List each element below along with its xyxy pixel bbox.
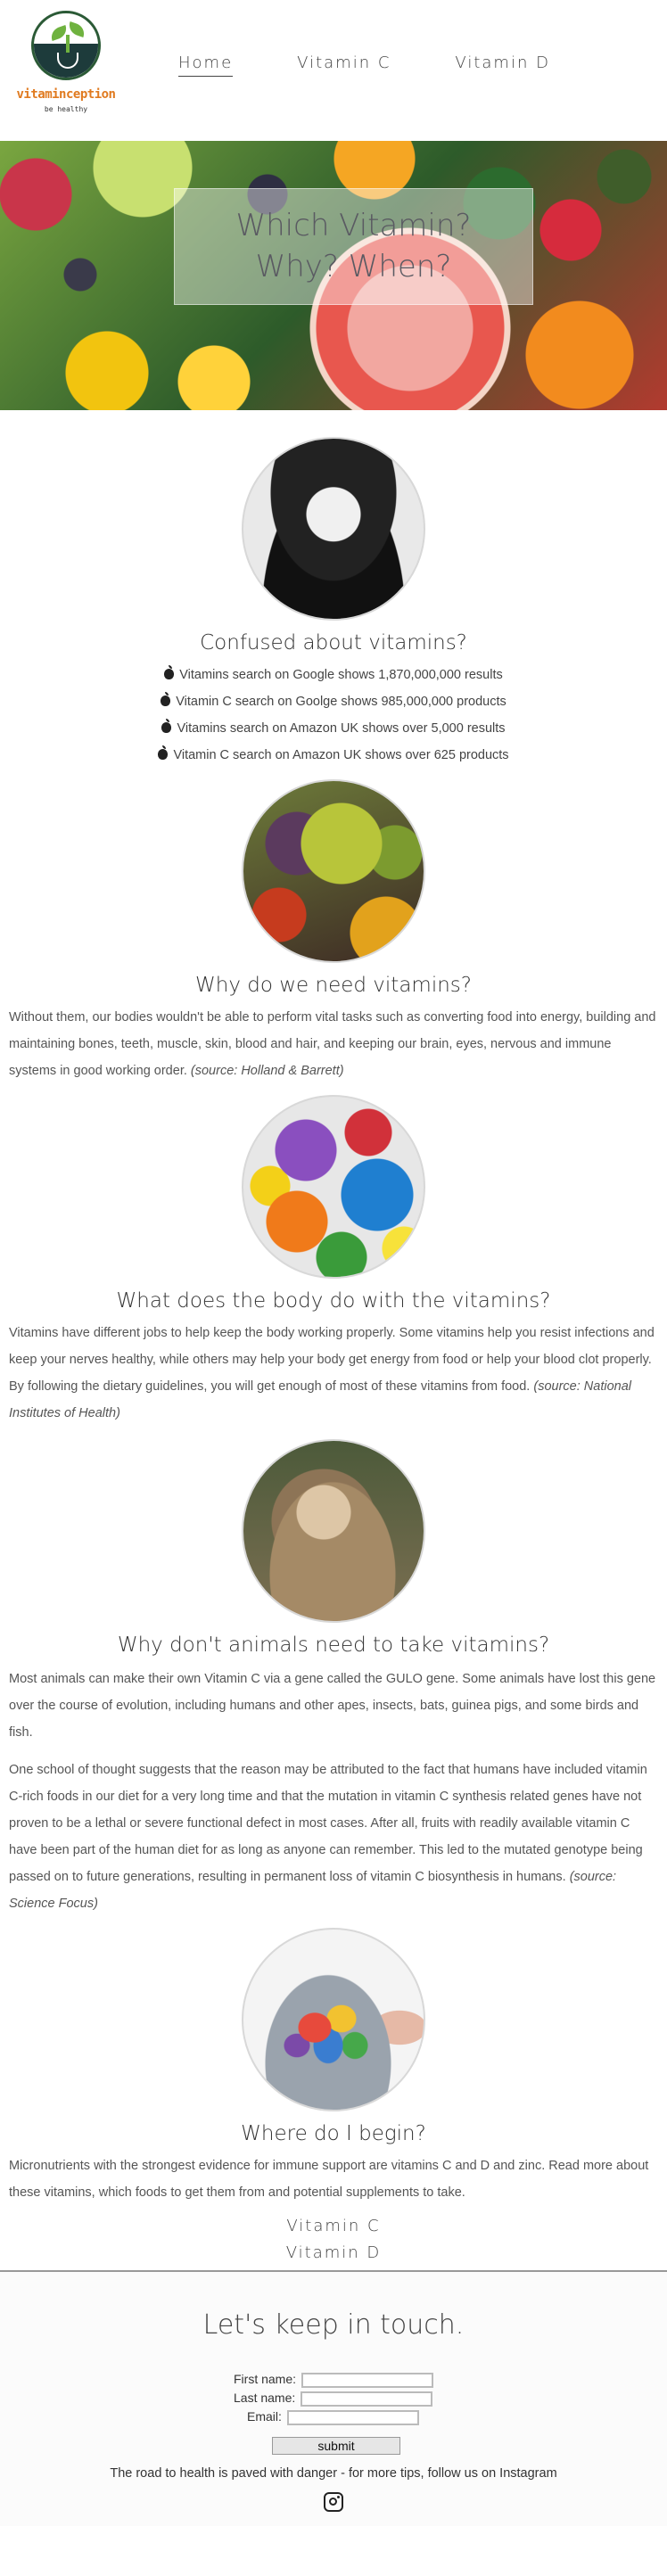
section-body: What does the body do with the vitamins?…	[0, 1084, 667, 1427]
link-vitamin-c[interactable]: Vitamin C	[0, 2213, 667, 2240]
hero-title-line-1: Which Vitamin?	[235, 208, 472, 243]
colorful-gears-image	[242, 1095, 425, 1279]
section-why: Why do we need vitamins? Without them, o…	[0, 769, 667, 1084]
list-item: Vitamins search on Amazon UK shows over …	[0, 715, 667, 742]
logo-tagline: be healthy	[44, 105, 88, 113]
hero-title-line-2: Why? When?	[255, 249, 452, 284]
last-name-row: Last name:	[234, 2391, 433, 2407]
nav-link-vitamin-d[interactable]: Vitamin D	[455, 53, 550, 77]
link-vitamin-d[interactable]: Vitamin D	[0, 2240, 667, 2267]
section-animals: Why don't animals need to take vitamins?…	[0, 1427, 667, 1917]
search-stats-list: Vitamins search on Google shows 1,870,00…	[0, 662, 667, 769]
apple-icon	[164, 665, 175, 679]
nav-link-vitamin-c[interactable]: Vitamin C	[297, 53, 391, 77]
vitamin-links: Vitamin C Vitamin D	[0, 2213, 667, 2270]
section-text-begin: Micronutrients with the strongest eviden…	[9, 2159, 649, 2200]
email-label: Email:	[247, 2409, 282, 2424]
section-title-confused: Confused about vitamins?	[200, 631, 467, 654]
source-citation: (source: Holland & Barrett)	[190, 1064, 344, 1078]
section-title-why: Why do we need vitamins?	[195, 974, 472, 997]
section-begin: Where do I begin? Micronutrients with th…	[0, 1917, 667, 2270]
logo-wordmark: vitaminception	[16, 87, 116, 102]
last-name-label: Last name:	[234, 2391, 296, 2405]
hero-banner: Which Vitamin? Why? When?	[0, 141, 667, 410]
list-item: Vitamin C search on Amazon UK shows over…	[0, 742, 667, 769]
nav-link-home[interactable]: Home	[178, 53, 234, 77]
section-confused: Confused about vitamins? Vitamins search…	[0, 410, 667, 769]
list-item: Vitamins search on Google shows 1,870,00…	[0, 662, 667, 688]
first-name-input[interactable]	[301, 2372, 433, 2388]
footer-title: Let's keep in touch.	[202, 2309, 465, 2341]
apple-icon	[158, 745, 169, 760]
apple-icon	[161, 719, 172, 733]
section-title-animals: Why don't animals need to take vitamins?	[117, 1634, 550, 1657]
first-name-label: First name:	[234, 2372, 297, 2386]
footer-tagline: The road to health is paved with danger …	[110, 2466, 557, 2481]
hero-title: Which Vitamin? Why? When?	[174, 205, 533, 287]
submit-button[interactable]: submit	[272, 2437, 400, 2455]
email-row: Email:	[247, 2409, 419, 2425]
section-text-animals-2: One school of thought suggests that the …	[9, 1763, 647, 1911]
section-title-begin: Where do I begin?	[241, 2122, 426, 2145]
section-title-body: What does the body do with the vitamins?	[116, 1289, 551, 1313]
confused-woman-image	[242, 437, 425, 621]
last-name-input[interactable]	[301, 2391, 433, 2407]
list-item: Vitamin C search on Goolge shows 985,000…	[0, 688, 667, 715]
logo[interactable]: vitaminception be healthy	[16, 11, 116, 118]
section-text-body: Vitamins have different jobs to help kee…	[9, 1326, 655, 1420]
site-header: vitaminception be healthy Home Vitamin C…	[0, 0, 667, 141]
fruit-market-image	[242, 779, 425, 963]
section-text-why: Without them, our bodies wouldn't be abl…	[9, 1010, 656, 1078]
pills-spoon-image	[242, 1928, 425, 2111]
site-footer: Let's keep in touch. First name: Last na…	[0, 2270, 667, 2526]
main-nav: Home Vitamin C Vitamin D	[178, 53, 614, 77]
logo-emblem-icon	[31, 11, 101, 80]
monkey-image	[242, 1439, 425, 1623]
instagram-icon[interactable]	[324, 2492, 343, 2512]
apple-icon	[161, 692, 171, 706]
section-text-animals-1: Most animals can make their own Vitamin …	[9, 1672, 656, 1740]
first-name-row: First name:	[234, 2372, 433, 2388]
email-input[interactable]	[286, 2409, 419, 2425]
